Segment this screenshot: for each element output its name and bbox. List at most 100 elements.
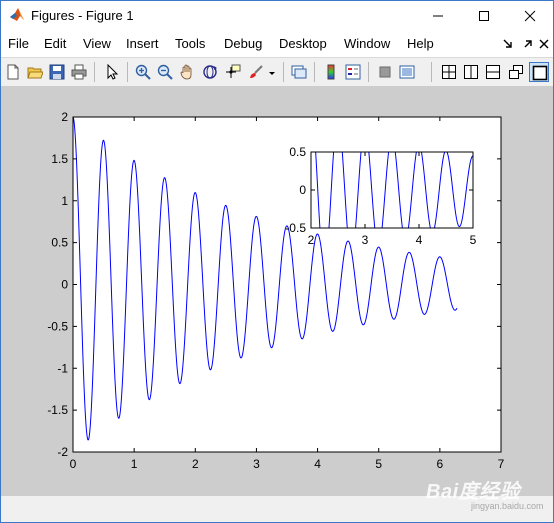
float-button[interactable] bbox=[506, 62, 526, 82]
watermark-url: jingyan.baidu.com bbox=[471, 501, 544, 511]
x-tick-label: 2 bbox=[308, 233, 315, 247]
y-tick-label: 0 bbox=[61, 278, 68, 292]
open-file-button[interactable] bbox=[25, 62, 45, 82]
menu-help[interactable]: Help bbox=[407, 36, 434, 51]
y-tick-label: 2 bbox=[61, 110, 68, 124]
undock-arrow-icon[interactable] bbox=[521, 37, 535, 51]
minimize-icon bbox=[433, 15, 443, 17]
save-icon bbox=[49, 64, 65, 80]
legend-icon bbox=[345, 64, 361, 80]
data-cursor-icon bbox=[226, 64, 241, 78]
menu-close-icon[interactable] bbox=[537, 37, 551, 51]
maximize-icon bbox=[479, 11, 489, 21]
save-button[interactable] bbox=[47, 62, 67, 82]
menu-bar: File Edit View Insert Tools Debug Deskto… bbox=[1, 32, 553, 56]
toolbar-separator bbox=[431, 62, 432, 82]
tile-top-bottom-button[interactable] bbox=[483, 62, 503, 82]
show-plot-tools-icon bbox=[399, 65, 415, 79]
x-tick-label: 6 bbox=[437, 457, 444, 471]
hide-plot-tools-icon bbox=[379, 66, 391, 78]
zoom-out-icon bbox=[157, 64, 173, 80]
close-button[interactable] bbox=[507, 1, 553, 31]
zoom-in-icon bbox=[135, 64, 151, 80]
pan-button[interactable] bbox=[177, 62, 197, 82]
toolbar-separator bbox=[368, 62, 369, 82]
x-tick-label: 3 bbox=[253, 457, 260, 471]
close-icon bbox=[524, 10, 536, 22]
title-bar: Figures - Figure 1 bbox=[1, 1, 553, 31]
watermark-logo: Bai度经验 bbox=[426, 481, 521, 503]
tile-left-right-button[interactable] bbox=[461, 62, 481, 82]
legend-button[interactable] bbox=[343, 62, 363, 82]
link-plot-button[interactable] bbox=[289, 62, 309, 82]
show-plot-tools-button[interactable] bbox=[397, 62, 417, 82]
menu-window[interactable]: Window bbox=[344, 36, 390, 51]
maximize-figure-button[interactable] bbox=[529, 62, 549, 82]
tile-grid-button[interactable] bbox=[439, 62, 459, 82]
y-tick-label: 1.5 bbox=[51, 152, 68, 166]
figure-canvas[interactable]: 0 1 2 3 4 5 6 7 2 1.5 1 0.5 0 -0.5 -1 -1.5 -2 2 3 4 5 0.5 0 -0.… bbox=[1, 86, 553, 496]
matlab-logo-icon bbox=[10, 8, 24, 21]
x-tick-label: 2 bbox=[192, 457, 199, 471]
float-icon bbox=[509, 65, 523, 79]
pan-hand-icon bbox=[180, 64, 192, 80]
new-figure-button[interactable] bbox=[3, 62, 23, 82]
window-title: Figures - Figure 1 bbox=[31, 8, 134, 23]
x-tick-label: 1 bbox=[131, 457, 138, 471]
hide-plot-tools-button[interactable] bbox=[375, 62, 395, 82]
maximize-button[interactable] bbox=[461, 1, 507, 31]
menu-insert[interactable]: Insert bbox=[126, 36, 159, 51]
x-tick-label: 4 bbox=[314, 457, 321, 471]
menu-desktop[interactable]: Desktop bbox=[279, 36, 327, 51]
link-plot-icon bbox=[291, 65, 307, 79]
menu-view[interactable]: View bbox=[83, 36, 111, 51]
dock-arrow-icon[interactable] bbox=[501, 37, 515, 51]
tile-left-right-icon bbox=[464, 65, 478, 79]
print-button[interactable] bbox=[69, 62, 89, 82]
x-tick-label: 5 bbox=[375, 457, 382, 471]
menu-edit[interactable]: Edit bbox=[44, 36, 66, 51]
x-tick-label: 5 bbox=[470, 233, 477, 247]
open-file-icon bbox=[27, 67, 43, 79]
print-icon bbox=[71, 64, 87, 80]
tile-grid-icon bbox=[442, 65, 456, 79]
plot-canvas: 0 1 2 3 4 5 6 7 2 1.5 1 0.5 0 -0.5 -1 -1.5 -2 2 3 4 5 0.5 0 -0.… bbox=[47, 110, 505, 471]
x-tick-label: 3 bbox=[362, 233, 369, 247]
y-tick-label: 0 bbox=[299, 183, 306, 197]
menu-tools[interactable]: Tools bbox=[175, 36, 205, 51]
y-tick-label: -1.5 bbox=[47, 403, 68, 417]
menu-debug[interactable]: Debug bbox=[224, 36, 262, 51]
y-tick-label: -0.5 bbox=[47, 319, 68, 333]
toolbar-separator bbox=[283, 62, 284, 82]
toolbar-separator bbox=[314, 62, 315, 82]
new-figure-icon bbox=[7, 64, 19, 80]
colorbar-icon bbox=[327, 64, 335, 80]
rotate-3d-icon bbox=[203, 65, 217, 79]
y-tick-label: -1 bbox=[57, 361, 68, 375]
pointer-icon bbox=[107, 64, 119, 80]
zoom-out-button[interactable] bbox=[155, 62, 175, 82]
data-cursor-button[interactable] bbox=[223, 62, 243, 82]
zoom-in-button[interactable] bbox=[133, 62, 153, 82]
figure-window: Figures - Figure 1 File Edit View Insert… bbox=[0, 0, 554, 523]
x-tick-label: 0 bbox=[70, 457, 77, 471]
toolbar-separator bbox=[94, 62, 95, 82]
brush-icon bbox=[250, 65, 263, 78]
y-tick-label: -2 bbox=[57, 445, 68, 459]
brush-dropdown-button[interactable] bbox=[266, 62, 278, 82]
minimize-button[interactable] bbox=[415, 1, 461, 31]
pointer-button[interactable] bbox=[102, 62, 122, 82]
rotate-3d-button[interactable] bbox=[200, 62, 220, 82]
y-tick-label: 1 bbox=[61, 194, 68, 208]
y-tick-label: 0.5 bbox=[289, 145, 306, 159]
x-tick-label: 4 bbox=[416, 233, 423, 247]
chevron-down-icon bbox=[269, 72, 275, 75]
menu-file[interactable]: File bbox=[8, 36, 29, 51]
colorbar-button[interactable] bbox=[321, 62, 341, 82]
toolbar-separator bbox=[127, 62, 128, 82]
brush-button[interactable] bbox=[246, 62, 266, 82]
inset-axes-background bbox=[311, 152, 473, 228]
y-tick-label: 0.5 bbox=[51, 236, 68, 250]
figure-toolbar bbox=[1, 57, 553, 87]
x-tick-label: 7 bbox=[498, 457, 505, 471]
